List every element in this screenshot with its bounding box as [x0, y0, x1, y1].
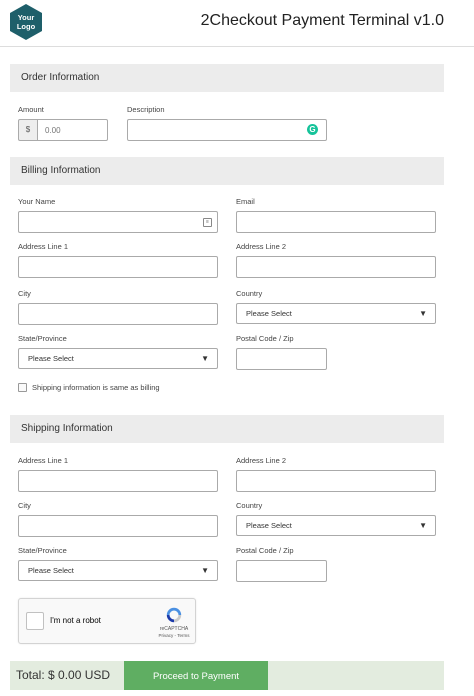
section-shipping-information: Shipping Information [10, 415, 444, 443]
recaptcha-logo-icon [166, 607, 182, 623]
logo-line1: Your [17, 13, 35, 22]
header-divider [0, 46, 474, 47]
billing-state-select[interactable]: Please Select ▼ [18, 348, 218, 369]
billing-name-label: Your Name [18, 197, 56, 206]
billing-city-label: City [18, 289, 31, 298]
billing-country-value: Please Select [246, 309, 292, 318]
chevron-down-icon: ▼ [419, 309, 427, 318]
recaptcha-label: I'm not a robot [50, 616, 101, 625]
shipping-country-value: Please Select [246, 521, 292, 530]
billing-address2-label: Address Line 2 [236, 242, 287, 251]
billing-email-label: Email [236, 197, 255, 206]
grammarly-icon[interactable]: G [307, 124, 318, 135]
contact-card-icon[interactable]: ≡ [203, 218, 212, 227]
logo-line2: Logo [16, 22, 36, 31]
shipping-city-input[interactable] [18, 515, 218, 537]
section-billing-information: Billing Information [10, 157, 444, 185]
chevron-down-icon: ▼ [419, 521, 427, 530]
shipping-state-value: Please Select [28, 566, 74, 575]
section-order-information: Order Information [10, 64, 444, 92]
shipping-zip-label: Postal Code / Zip [236, 546, 294, 555]
billing-city-input[interactable] [18, 303, 218, 325]
shipping-address2-label: Address Line 2 [236, 456, 287, 465]
logo: Your Logo [10, 4, 42, 40]
billing-country-label: Country [236, 289, 263, 298]
billing-email-input[interactable] [236, 211, 436, 233]
billing-state-label: State/Province [18, 334, 67, 343]
proceed-to-payment-button[interactable]: Proceed to Payment [124, 661, 268, 690]
currency-prefix: $ [18, 119, 38, 141]
chevron-down-icon: ▼ [201, 354, 209, 363]
billing-zip-input[interactable] [236, 348, 327, 370]
billing-address1-input[interactable] [18, 256, 218, 278]
recaptcha-widget: I'm not a robot reCAPTCHA Privacy - Term… [18, 598, 196, 644]
payment-footer: Total: $ 0.00 USD Proceed to Payment [10, 661, 444, 690]
description-input[interactable]: G [127, 119, 327, 141]
amount-input[interactable] [37, 119, 108, 141]
recaptcha-brand: reCAPTCHA [159, 626, 189, 632]
recaptcha-terms-link[interactable]: Privacy - Terms [137, 633, 211, 638]
shipping-zip-input[interactable] [236, 560, 327, 582]
shipping-city-label: City [18, 501, 31, 510]
amount-label: Amount [18, 105, 44, 114]
billing-country-select[interactable]: Please Select ▼ [236, 303, 436, 324]
shipping-address2-input[interactable] [236, 470, 436, 492]
page-title: 2Checkout Payment Terminal v1.0 [200, 12, 444, 29]
same-as-billing-label: Shipping information is same as billing [32, 383, 160, 392]
billing-address2-input[interactable] [236, 256, 436, 278]
chevron-down-icon: ▼ [201, 566, 209, 575]
shipping-address1-label: Address Line 1 [18, 456, 69, 465]
description-label: Description [127, 105, 165, 114]
shipping-state-select[interactable]: Please Select ▼ [18, 560, 218, 581]
billing-state-value: Please Select [28, 354, 74, 363]
billing-zip-label: Postal Code / Zip [236, 334, 294, 343]
recaptcha-checkbox[interactable] [26, 612, 44, 630]
shipping-country-select[interactable]: Please Select ▼ [236, 515, 436, 536]
billing-name-input[interactable]: ≡ [18, 211, 218, 233]
total-amount: Total: $ 0.00 USD [16, 668, 111, 682]
same-as-billing-checkbox[interactable] [18, 383, 27, 392]
shipping-address1-input[interactable] [18, 470, 218, 492]
shipping-country-label: Country [236, 501, 263, 510]
shipping-state-label: State/Province [18, 546, 67, 555]
billing-address1-label: Address Line 1 [18, 242, 69, 251]
